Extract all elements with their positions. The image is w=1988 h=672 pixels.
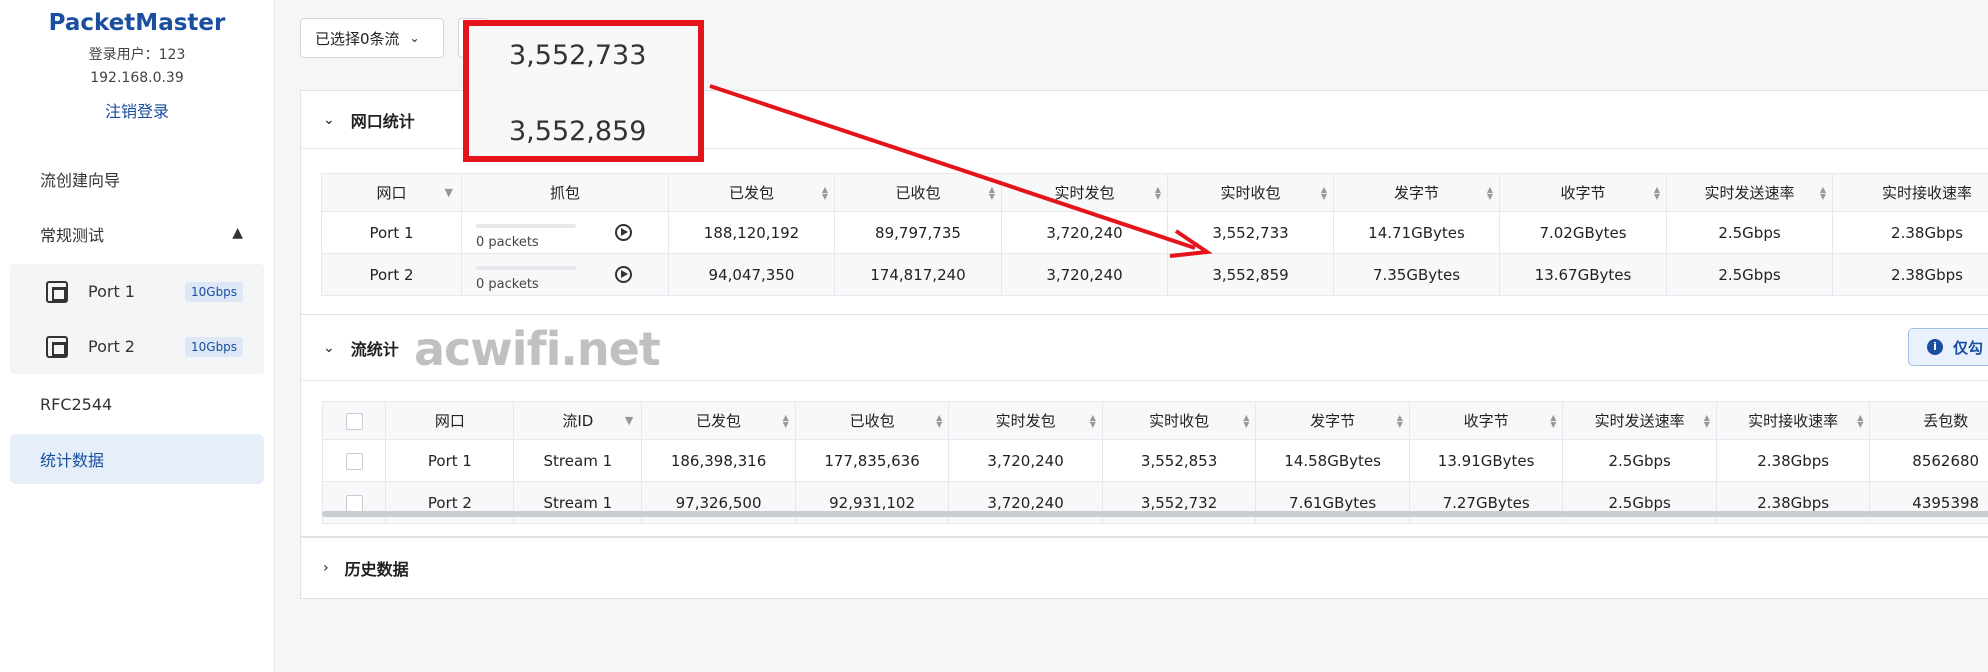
arrow-line: [709, 84, 1196, 250]
annotation-arrow: [709, 84, 1213, 258]
